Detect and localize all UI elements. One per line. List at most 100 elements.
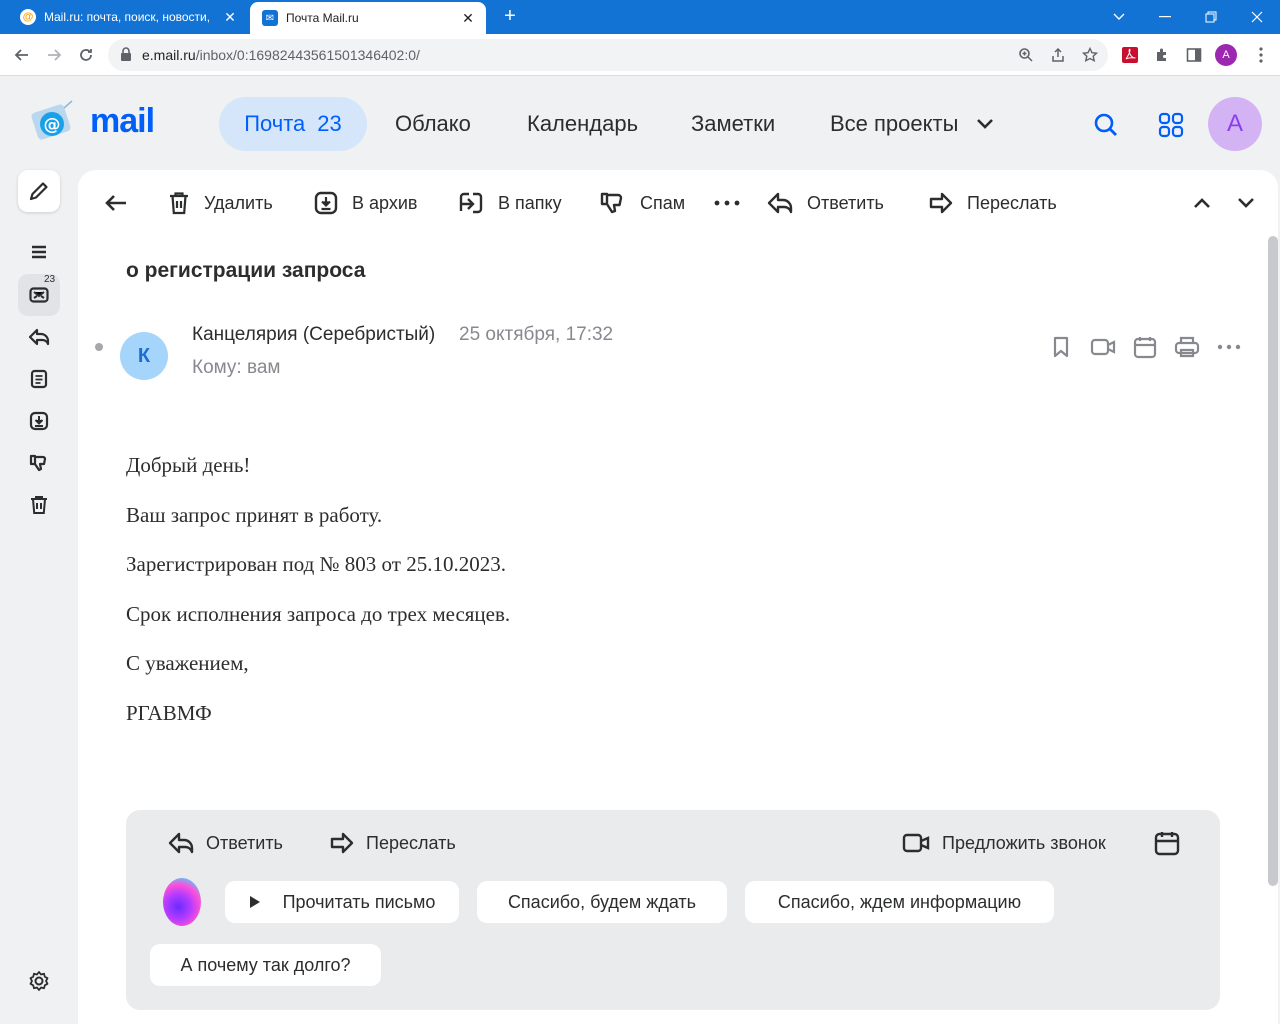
arrow-left-icon	[105, 195, 126, 211]
forward-label: Переслать	[967, 192, 1057, 213]
zoom-icon[interactable]	[1016, 45, 1036, 65]
reply-button[interactable]: Ответить	[767, 186, 884, 220]
panel-reply-label: Ответить	[206, 832, 283, 853]
browser-tab-bar: @ Mail.ru: почта, поиск, новости, ✕ ✉ По…	[0, 0, 1280, 34]
next-message-button[interactable]	[1236, 186, 1270, 220]
restore-button[interactable]	[1188, 0, 1234, 34]
more-horizontal-icon[interactable]	[1216, 334, 1242, 360]
tab-search-icon[interactable]	[1096, 0, 1142, 34]
compose-button[interactable]	[18, 170, 60, 212]
recipient-line: Кому: вам	[192, 357, 281, 378]
back-button[interactable]	[10, 43, 34, 67]
sidebar-item-trash[interactable]	[18, 484, 60, 526]
suggest-call-button[interactable]: Предложить звонок	[902, 828, 1106, 858]
nav-calendar[interactable]: Календарь	[527, 97, 638, 151]
archive-icon	[314, 191, 338, 215]
sidebar-item-archive[interactable]	[18, 400, 60, 442]
reload-button[interactable]	[74, 43, 98, 67]
sender-name[interactable]: Канцелярия (Серебристый)	[192, 324, 435, 346]
forward-message-button[interactable]: Переслать	[927, 186, 1057, 220]
chip-label: Спасибо, ждем информацию	[777, 891, 1022, 912]
bookmark-star-icon[interactable]	[1080, 45, 1100, 65]
nav-cloud[interactable]: Облако	[395, 97, 471, 151]
nav-cloud-label: Облако	[395, 111, 471, 136]
tab-mailru-home[interactable]: @ Mail.ru: почта, поиск, новости, ✕	[8, 0, 248, 34]
back-to-list-button[interactable]	[104, 186, 142, 220]
quick-reply-chip[interactable]: Спасибо, ждем информацию	[745, 881, 1054, 923]
calendar-icon[interactable]	[1132, 334, 1158, 360]
more-actions-button[interactable]	[714, 186, 754, 220]
pencil-icon	[29, 182, 48, 201]
chip-label: Спасибо, будем ждать	[507, 891, 697, 912]
mail-logo-icon: @	[31, 100, 73, 140]
panel-reply-button[interactable]: Ответить	[168, 828, 283, 858]
spam-button[interactable]: Спам	[600, 186, 685, 220]
new-tab-button[interactable]: +	[500, 6, 520, 26]
chip-label: А почему так долго?	[180, 954, 351, 975]
forward-button[interactable]	[42, 43, 66, 67]
inbox-count: 23	[44, 274, 56, 285]
apps-grid-icon[interactable]	[1151, 105, 1191, 145]
settings-gear-icon[interactable]	[18, 960, 60, 1002]
move-to-folder-button[interactable]: В папку	[458, 186, 562, 220]
chip-label: Прочитать письмо	[282, 891, 436, 912]
nav-all-projects-label: Все проекты	[830, 111, 959, 136]
sidebar-item-drafts[interactable]	[18, 358, 60, 400]
nav-all-projects[interactable]: Все проекты	[830, 97, 994, 151]
scrollbar-thumb[interactable]	[1268, 236, 1278, 886]
panel-forward-button[interactable]: Переслать	[328, 828, 456, 858]
calendar-icon	[1154, 832, 1180, 856]
browser-profile-avatar[interactable]: A	[1215, 44, 1237, 66]
message-date: 25 октября, 17:32	[459, 324, 614, 345]
mail-logo[interactable]: @ mail	[24, 92, 164, 152]
forward-arrow-icon	[929, 192, 953, 214]
user-avatar[interactable]: A	[1208, 97, 1262, 151]
sidebar-item-spam[interactable]	[18, 442, 60, 484]
browser-menu-icon[interactable]	[1252, 46, 1270, 64]
inbox-icon	[29, 287, 49, 303]
video-call-icon[interactable]	[1090, 334, 1116, 360]
trash-icon	[31, 496, 47, 514]
schedule-calendar-button[interactable]	[1154, 828, 1192, 858]
quick-reply-read-aloud[interactable]: Прочитать письмо	[225, 881, 459, 923]
bookmark-icon[interactable]	[1048, 334, 1074, 360]
quick-reply-chip[interactable]: Спасибо, будем ждать	[477, 881, 727, 923]
read-status-dot[interactable]	[95, 343, 103, 351]
previous-message-button[interactable]	[1192, 186, 1226, 220]
logo-wordmark: mail	[90, 102, 155, 140]
pdf-extension-icon[interactable]	[1121, 46, 1139, 64]
body-line: Добрый день!	[126, 453, 251, 477]
side-panel-icon[interactable]	[1185, 46, 1203, 64]
search-icon[interactable]	[1086, 105, 1126, 145]
minimize-button[interactable]	[1142, 0, 1188, 34]
close-window-button[interactable]	[1234, 0, 1280, 34]
print-icon[interactable]	[1174, 334, 1200, 360]
sidebar-item-sent[interactable]	[18, 316, 60, 358]
tab-mail-inbox[interactable]: ✉ Почта Mail.ru ✕	[250, 2, 486, 34]
nav-notes[interactable]: Заметки	[691, 97, 775, 151]
nav-calendar-label: Календарь	[527, 111, 639, 136]
reply-arrow-icon	[168, 832, 194, 854]
quick-reply-chip[interactable]: А почему так долго?	[150, 944, 381, 986]
menu-icon[interactable]	[18, 231, 60, 273]
close-icon[interactable]: ✕	[460, 10, 476, 27]
reply-arrow-icon	[28, 328, 50, 346]
panel-forward-label: Переслать	[366, 832, 456, 853]
share-icon[interactable]	[1048, 45, 1068, 65]
delete-button[interactable]: Удалить	[168, 186, 273, 220]
reply-arrow-icon	[767, 192, 793, 214]
body-line: Срок исполнения запроса до трех месяцев.	[126, 602, 511, 626]
more-horizontal-icon	[714, 200, 740, 206]
chevron-down-icon	[977, 119, 994, 129]
ai-assistant-orb-icon[interactable]	[163, 878, 201, 926]
extensions-puzzle-icon[interactable]	[1153, 46, 1171, 64]
close-icon[interactable]: ✕	[222, 9, 238, 26]
video-call-icon	[902, 833, 930, 853]
address-bar[interactable]: e.mail.ru/inbox/0:16982443561501346402:0…	[108, 39, 1108, 71]
archive-icon	[29, 411, 49, 431]
nav-mail[interactable]: Почта 23	[219, 97, 367, 151]
archive-button[interactable]: В архив	[314, 186, 417, 220]
url-host: e.mail.ru	[142, 47, 196, 63]
browser-toolbar: e.mail.ru/inbox/0:16982443561501346402:0…	[0, 34, 1280, 76]
sender-avatar[interactable]: К	[120, 332, 168, 380]
